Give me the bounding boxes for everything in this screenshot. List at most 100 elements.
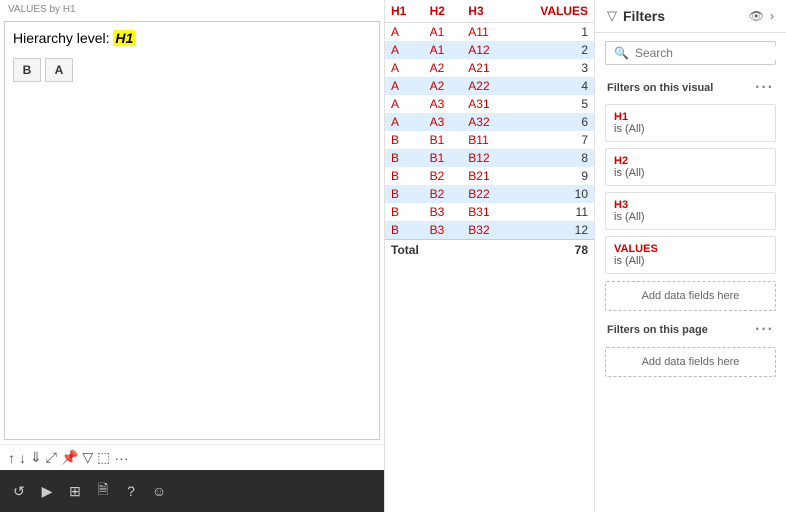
cell-h1: B xyxy=(385,149,424,167)
table-row: A A2 A22 4 xyxy=(385,77,594,95)
cell-value: 2 xyxy=(509,41,594,59)
col-values: VALUES xyxy=(509,0,594,23)
btn-b[interactable]: B xyxy=(13,58,41,82)
hierarchy-value: H1 xyxy=(113,30,135,46)
search-icon: 🔍 xyxy=(614,46,629,60)
col-h3: H3 xyxy=(462,0,509,23)
hierarchy-title: Hierarchy level: H1 xyxy=(13,30,371,46)
table-row: B B1 B11 7 xyxy=(385,131,594,149)
section-page: Filters on this page ··· xyxy=(595,315,786,343)
filter-card-h2[interactable]: H2 is (All) xyxy=(605,148,776,186)
cell-h2: A3 xyxy=(424,113,463,131)
cell-h2: B1 xyxy=(424,149,463,167)
up-arrow-icon[interactable]: ↑ xyxy=(8,450,15,466)
cell-value: 7 xyxy=(509,131,594,149)
search-box[interactable]: 🔍 xyxy=(605,41,776,65)
section-page-label: Filters on this page xyxy=(607,324,708,336)
filter-card-h1[interactable]: H1 is (All) xyxy=(605,104,776,142)
filter2-icon[interactable]: ▽ xyxy=(82,449,93,466)
section-page-dots[interactable]: ··· xyxy=(755,321,774,339)
cell-h2: A2 xyxy=(424,77,463,95)
section-visual-dots[interactable]: ··· xyxy=(755,79,774,97)
frame-icon[interactable]: ⬚ xyxy=(97,449,110,466)
btn-a[interactable]: A xyxy=(45,58,73,82)
search-input[interactable] xyxy=(635,46,786,60)
filter-card-values-title: VALUES xyxy=(614,243,767,255)
cell-h2: A1 xyxy=(424,23,463,42)
cell-h1: B xyxy=(385,131,424,149)
cell-value: 1 xyxy=(509,23,594,42)
table-row: A A1 A11 1 xyxy=(385,23,594,42)
cell-h2: A3 xyxy=(424,95,463,113)
cell-h3: B21 xyxy=(462,167,509,185)
add-fields-visual-btn[interactable]: Add data fields here xyxy=(605,281,776,311)
table-row: A A2 A21 3 xyxy=(385,59,594,77)
cell-h1: B xyxy=(385,203,424,221)
chart-label: VALUES by H1 xyxy=(0,0,384,17)
document-icon[interactable]: 🗎 xyxy=(92,480,114,502)
filter-card-h3[interactable]: H3 is (All) xyxy=(605,192,776,230)
filter-card-h2-value: is (All) xyxy=(614,167,767,179)
filter-title: Filters xyxy=(623,8,743,24)
table-row: B B3 B32 12 xyxy=(385,221,594,240)
cell-h3: A22 xyxy=(462,77,509,95)
filter-card-h3-value: is (All) xyxy=(614,211,767,223)
cell-value: 11 xyxy=(509,203,594,221)
cell-value: 6 xyxy=(509,113,594,131)
reset-icon[interactable]: ↺ xyxy=(8,480,30,502)
table-row: A A1 A12 2 xyxy=(385,41,594,59)
cell-h1: B xyxy=(385,185,424,203)
cell-h1: A xyxy=(385,77,424,95)
cell-h2: B3 xyxy=(424,203,463,221)
table-row: A A3 A32 6 xyxy=(385,113,594,131)
filter-card-values-value: is (All) xyxy=(614,255,767,267)
pin-icon[interactable]: 📌 xyxy=(61,449,78,466)
cell-h3: B31 xyxy=(462,203,509,221)
cell-h1: B xyxy=(385,221,424,240)
cell-value: 8 xyxy=(509,149,594,167)
eye-icon[interactable]: 👁 xyxy=(749,9,764,23)
cell-h1: A xyxy=(385,23,424,42)
total-value: 78 xyxy=(509,240,594,261)
down-arrow-icon[interactable]: ↓ xyxy=(19,450,26,466)
cell-value: 5 xyxy=(509,95,594,113)
help-icon[interactable]: ? xyxy=(120,480,142,502)
table-scroll[interactable]: H1 H2 H3 VALUES A A1 A11 1 A A1 A12 2 A … xyxy=(385,0,594,512)
table-icon[interactable]: ⊞ xyxy=(64,480,86,502)
cell-value: 10 xyxy=(509,185,594,203)
left-panel: VALUES by H1 Hierarchy level: H1 B A ↑ ↓… xyxy=(0,0,385,512)
filter-card-values[interactable]: VALUES is (All) xyxy=(605,236,776,274)
expand-icon[interactable]: ⤢ xyxy=(46,449,57,466)
double-down-icon[interactable]: ⇓ xyxy=(30,449,42,466)
add-fields-page-btn[interactable]: Add data fields here xyxy=(605,347,776,377)
visual-area: Hierarchy level: H1 B A xyxy=(4,21,380,440)
cell-h3: A12 xyxy=(462,41,509,59)
cell-h3: B11 xyxy=(462,131,509,149)
cell-h2: B3 xyxy=(424,221,463,240)
cell-value: 9 xyxy=(509,167,594,185)
cell-h2: B1 xyxy=(424,131,463,149)
cell-value: 12 xyxy=(509,221,594,240)
cell-h1: A xyxy=(385,113,424,131)
table-row: B B2 B21 9 xyxy=(385,167,594,185)
cell-h2: B2 xyxy=(424,185,463,203)
toolbar: ↺ ▶ ⊞ 🗎 ? ☺ xyxy=(0,470,384,512)
filter-panel: ▽ Filters 👁 › 🔍 Filters on this visual ·… xyxy=(595,0,786,512)
total-label: Total xyxy=(385,240,509,261)
more-icon[interactable]: ··· xyxy=(114,450,128,466)
filter-header: ▽ Filters 👁 › xyxy=(595,0,786,33)
filter-card-h1-value: is (All) xyxy=(614,123,767,135)
cell-h1: A xyxy=(385,59,424,77)
filter-funnel-icon: ▽ xyxy=(607,8,617,24)
play-icon[interactable]: ▶ xyxy=(36,480,58,502)
cell-h2: A1 xyxy=(424,41,463,59)
chevron-right-icon[interactable]: › xyxy=(770,9,774,23)
data-table: H1 H2 H3 VALUES A A1 A11 1 A A1 A12 2 A … xyxy=(385,0,594,260)
cell-value: 4 xyxy=(509,77,594,95)
cell-h3: A21 xyxy=(462,59,509,77)
cell-h2: A2 xyxy=(424,59,463,77)
table-row: B B1 B12 8 xyxy=(385,149,594,167)
emoji-icon[interactable]: ☺ xyxy=(148,480,170,502)
cell-h2: B2 xyxy=(424,167,463,185)
table-row: B B2 B22 10 xyxy=(385,185,594,203)
